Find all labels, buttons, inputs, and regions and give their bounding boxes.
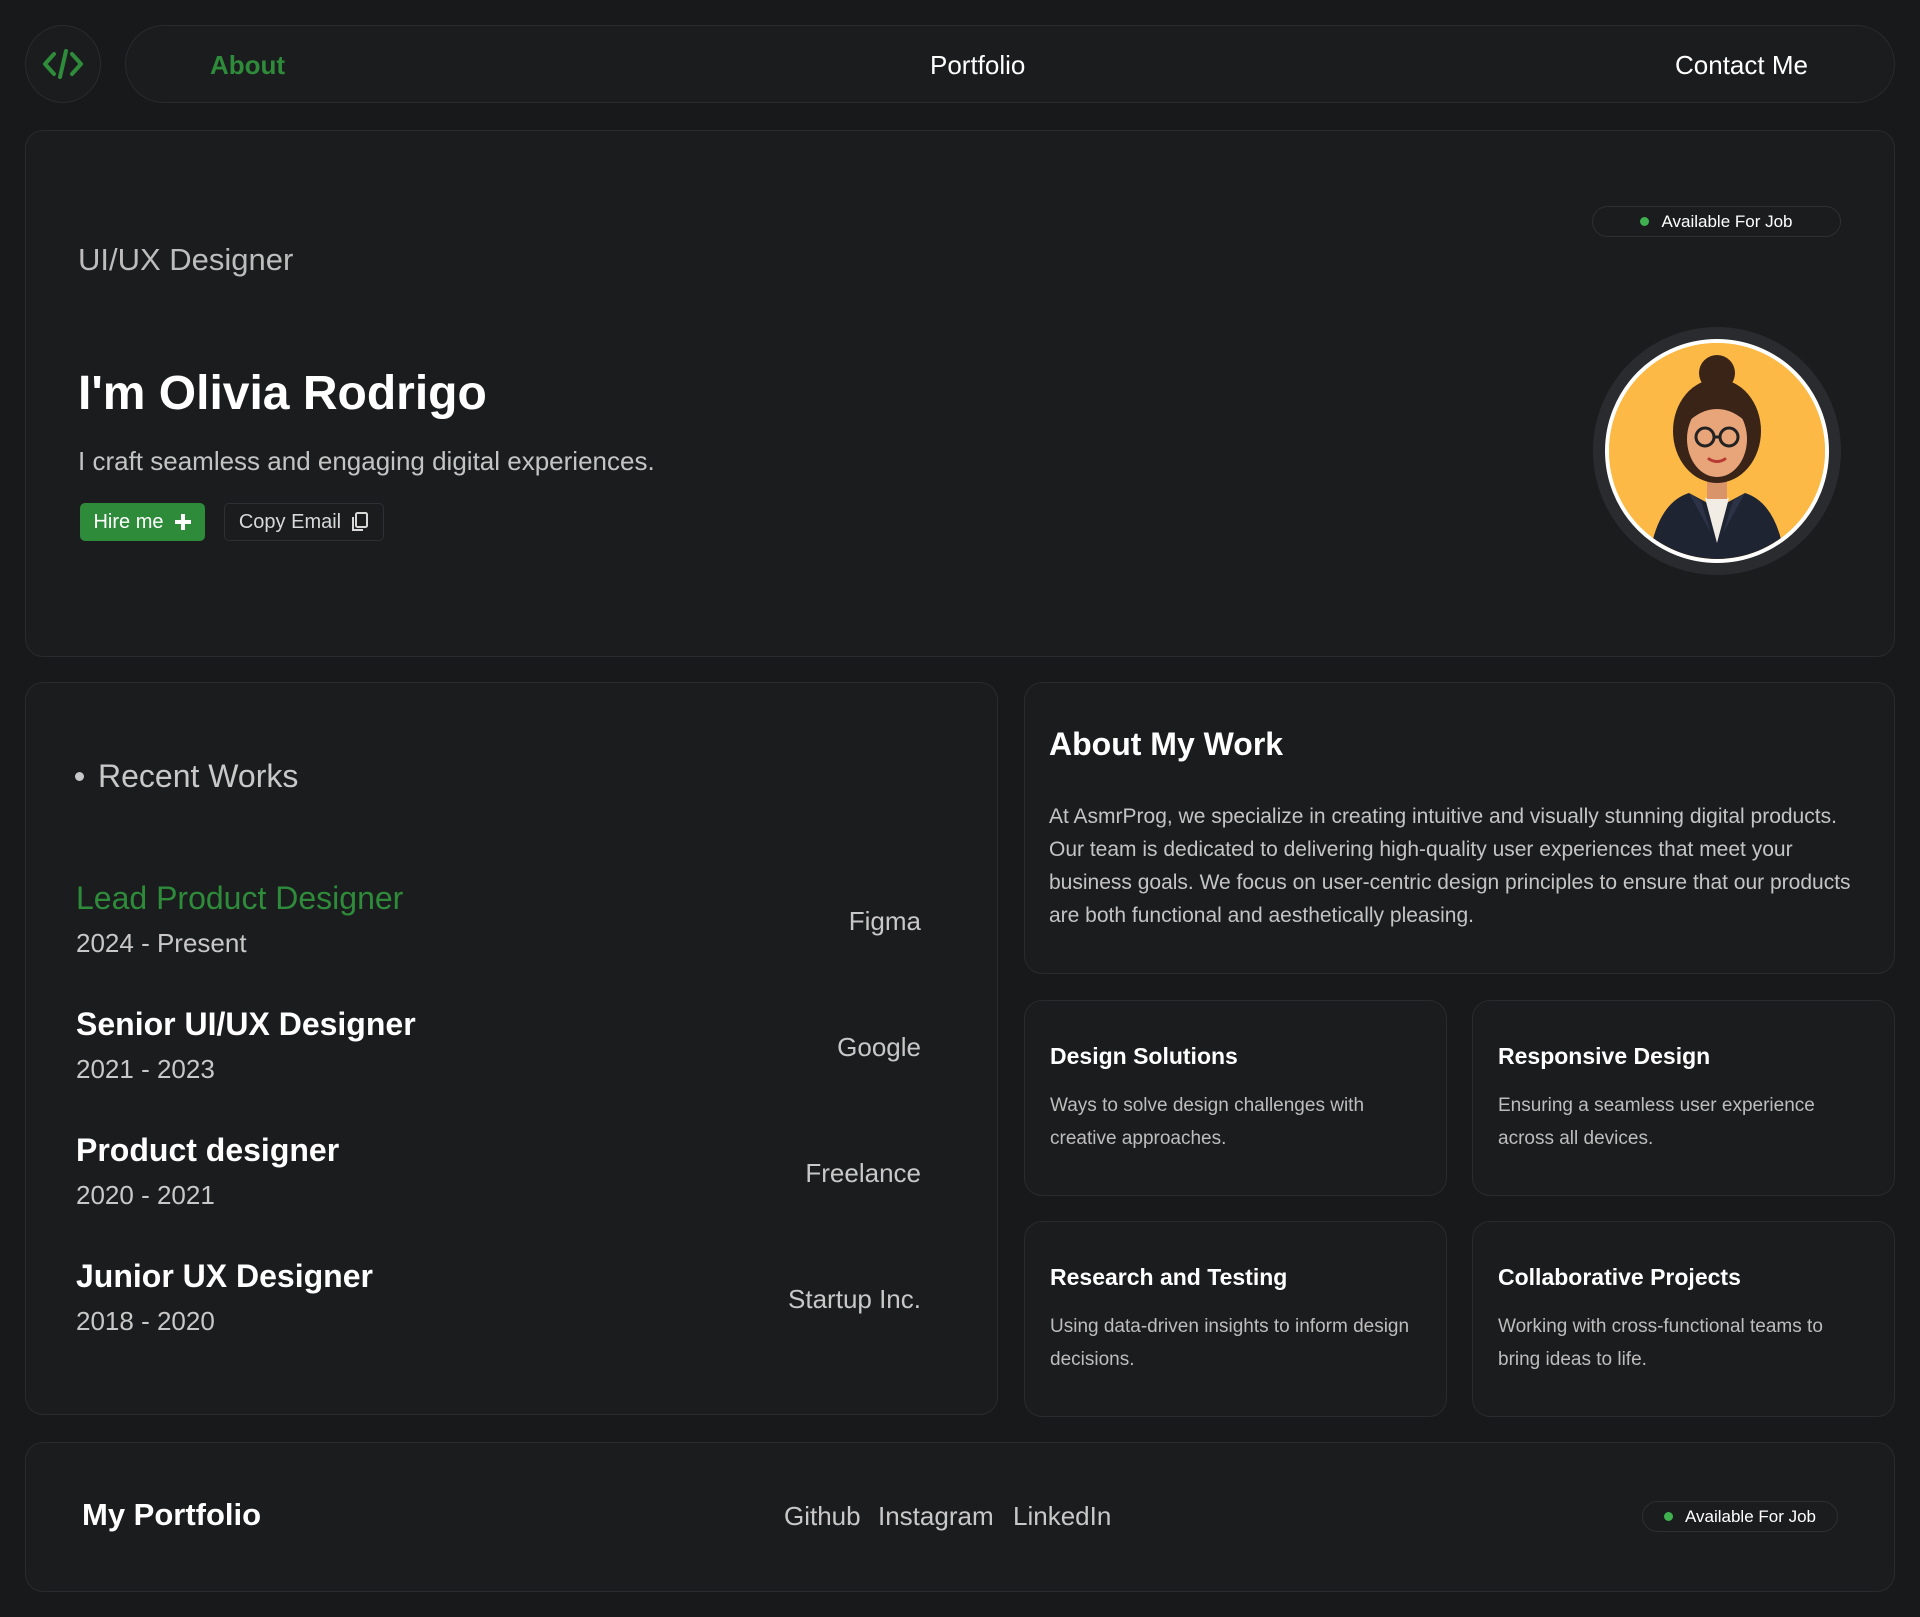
copy-icon — [352, 512, 369, 531]
job-role: UI/UX Designer — [78, 242, 294, 277]
bullet-icon — [75, 772, 84, 781]
feature-card: Responsive Design Ensuring a seamless us… — [1472, 1000, 1895, 1196]
code-brackets-icon — [43, 49, 83, 79]
woman-avatar-illustration — [1609, 343, 1825, 559]
plus-icon — [174, 514, 191, 530]
feature-description: Ways to solve design challenges with cre… — [1050, 1095, 1365, 1149]
hero-tagline: I craft seamless and engaging digital ex… — [78, 446, 655, 476]
availability-badge-label: Available For Job — [1661, 211, 1793, 231]
avatar-frame — [1593, 327, 1841, 575]
job-dates: 2018 - 2020 — [76, 1306, 215, 1336]
job-company: Startup Inc. — [788, 1284, 921, 1314]
footer-title: My Portfolio — [82, 1497, 262, 1532]
job-dates: 2020 - 2021 — [76, 1180, 215, 1210]
job-title: Lead Product Designer — [76, 880, 404, 916]
availability-badge-label: Available For Job — [1684, 1506, 1817, 1526]
job-title: Product designer — [76, 1132, 340, 1168]
job-dates: 2021 - 2023 — [76, 1054, 215, 1084]
job-title: Senior UI/UX Designer — [76, 1006, 416, 1042]
feature-card: Design Solutions Ways to solve design ch… — [1024, 1000, 1447, 1196]
feature-description: Using data-driven insights to inform des… — [1050, 1316, 1410, 1370]
job-dates: 2024 - Present — [76, 928, 247, 958]
feature-description: Working with cross-functional teams to b… — [1498, 1316, 1823, 1370]
feature-title: Research and Testing — [1050, 1264, 1288, 1290]
footer-link-linkedin[interactable]: LinkedIn — [1013, 1501, 1111, 1532]
recent-works-heading: Recent Works — [75, 758, 298, 795]
recent-works-title: Recent Works — [98, 758, 299, 794]
job-company: Google — [837, 1032, 921, 1062]
hero-name: I'm Olivia Rodrigo — [78, 367, 487, 420]
job-title: Junior UX Designer — [76, 1258, 373, 1294]
job-item: Senior UI/UX Designer 2021 - 2023 Google — [76, 1006, 948, 1106]
avatar — [1605, 339, 1829, 563]
feature-title: Responsive Design — [1498, 1043, 1711, 1069]
job-company: Figma — [848, 906, 921, 936]
feature-card: Research and Testing Using data-driven i… — [1024, 1221, 1447, 1417]
logo-button[interactable] — [25, 25, 101, 103]
feature-description: Ensuring a seamless user experience acro… — [1498, 1095, 1815, 1149]
status-dot-icon — [1663, 1512, 1673, 1521]
copy-email-label: Copy Email — [238, 510, 342, 533]
availability-badge: Available For Job — [1592, 206, 1841, 237]
about-work-body: At AsmrProg, we specialize in creating i… — [1049, 805, 1851, 927]
feature-card: Collaborative Projects Working with cros… — [1472, 1221, 1895, 1417]
feature-title: Design Solutions — [1050, 1043, 1238, 1069]
copy-email-button[interactable]: Copy Email — [224, 503, 384, 541]
top-navbar: About Portfolio Contact Me — [125, 25, 1895, 103]
status-dot-icon — [1640, 217, 1650, 226]
job-item: Junior UX Designer 2018 - 2020 Startup I… — [76, 1258, 948, 1358]
nav-about-link[interactable]: About — [210, 26, 285, 104]
footer-link-instagram[interactable]: Instagram — [878, 1501, 994, 1532]
job-company: Freelance — [805, 1158, 921, 1188]
about-work-title: About My Work — [1049, 726, 1284, 762]
hire-me-button[interactable]: Hire me — [80, 503, 205, 541]
footer-availability-badge: Available For Job — [1642, 1501, 1838, 1532]
hire-me-label: Hire me — [93, 510, 164, 533]
nav-contact-link[interactable]: Contact Me — [1675, 26, 1808, 104]
footer-link-github[interactable]: Github — [784, 1501, 861, 1532]
job-item: Lead Product Designer 2024 - Present Fig… — [76, 880, 948, 980]
job-item: Product designer 2020 - 2021 Freelance — [76, 1132, 948, 1232]
nav-portfolio-link[interactable]: Portfolio — [930, 26, 1025, 104]
feature-title: Collaborative Projects — [1498, 1264, 1741, 1290]
